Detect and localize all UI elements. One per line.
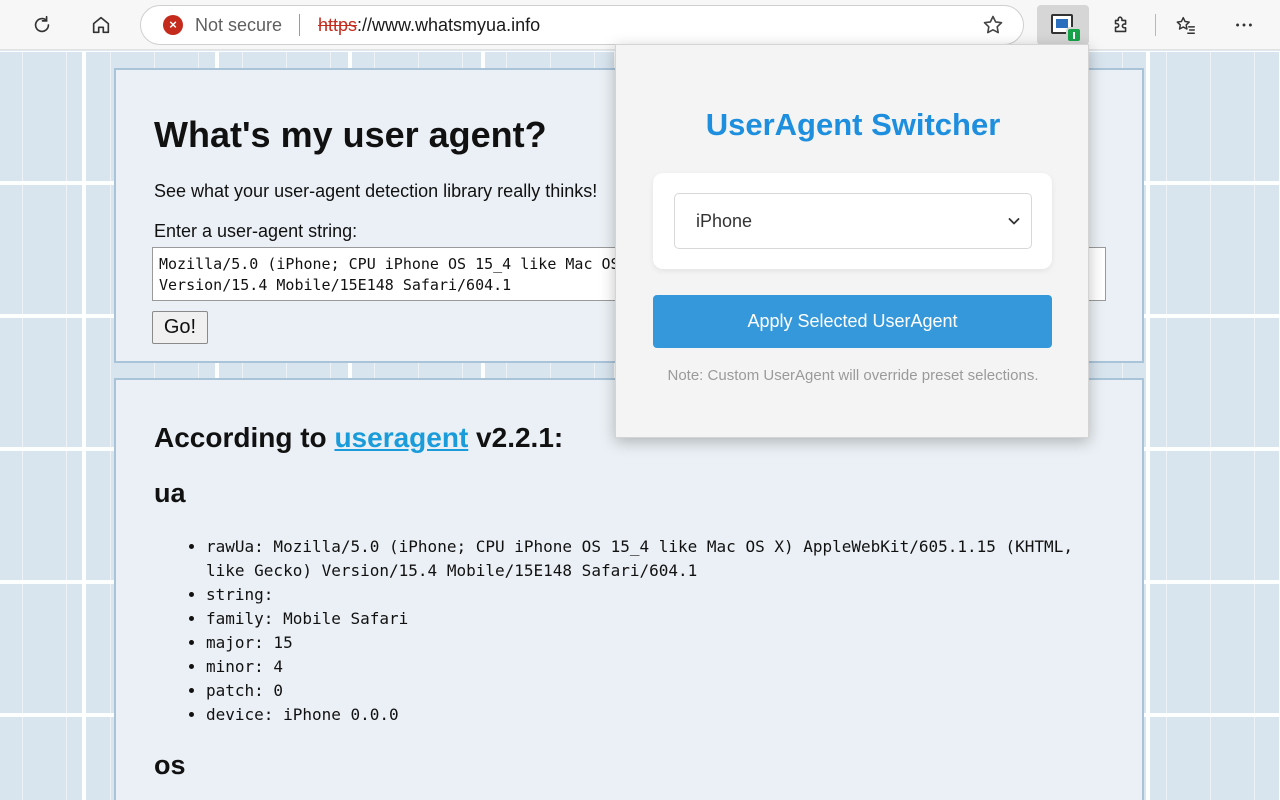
refresh-button[interactable] [23, 6, 61, 44]
useragent-link[interactable]: useragent [334, 422, 468, 453]
popup-title: UserAgent Switcher [705, 107, 1001, 142]
url-host: ://www.whatsmyua.info [357, 15, 541, 35]
not-secure-label[interactable]: Not secure [195, 15, 282, 36]
toolbar-divider [1155, 14, 1156, 36]
go-button[interactable]: Go! [152, 311, 208, 344]
favorite-star-icon[interactable] [981, 13, 1005, 37]
ua-input-label: Enter a user-agent string: [154, 221, 358, 241]
useragent-select[interactable]: iPhone [674, 193, 1032, 249]
page-title: What's my user agent? [154, 114, 547, 155]
list-item: patch: 0 [206, 679, 1106, 703]
more-menu-icon [1236, 23, 1252, 27]
apply-useragent-button[interactable]: Apply Selected UserAgent [653, 295, 1052, 348]
url-text[interactable]: https://www.whatsmyua.info [318, 15, 540, 36]
list-item: device: iPhone 0.0.0 [206, 703, 1106, 727]
extension-active-badge [1066, 27, 1082, 43]
results-heading-version: v2.2.1: [468, 422, 564, 453]
list-item: rawUa: Mozilla/5.0 (iPhone; CPU iPhone O… [206, 535, 1106, 583]
list-item: family: Mobile Safari [206, 607, 1106, 631]
popup-note: Note: Custom UserAgent will override pre… [667, 367, 1039, 384]
section-os-heading: os [154, 750, 186, 780]
list-item: string: [206, 583, 1106, 607]
home-button[interactable] [82, 6, 120, 44]
browser-toolbar: × Not secure https://www.whatsmyua.info [0, 0, 1280, 50]
useragent-switcher-popup: UserAgent Switcher iPhone Apply Selected… [615, 44, 1089, 438]
extensions-puzzle-icon [1114, 16, 1127, 33]
ua-results-list: rawUa: Mozilla/5.0 (iPhone; CPU iPhone O… [206, 535, 1106, 727]
url-protocol: https [318, 15, 358, 35]
favorites-list-icon [1176, 16, 1195, 34]
favorites-button[interactable] [1167, 6, 1205, 44]
select-card: iPhone [653, 173, 1052, 269]
results-heading-prefix: According to [154, 422, 335, 453]
selected-useragent: iPhone [696, 211, 753, 231]
address-bar[interactable]: × Not secure https://www.whatsmyua.info [140, 5, 1024, 45]
not-secure-icon[interactable]: × [163, 15, 183, 35]
more-button[interactable] [1225, 6, 1263, 44]
useragent-extension-button[interactable] [1037, 5, 1089, 45]
results-card: According to useragent v2.2.1: ua rawUa:… [114, 378, 1144, 800]
page-tagline: See what your user-agent detection libra… [154, 181, 598, 201]
extensions-button[interactable] [1102, 6, 1140, 44]
chevron-down-icon [1008, 218, 1020, 225]
refresh-icon [34, 15, 50, 33]
list-item: minor: 4 [206, 655, 1106, 679]
address-separator [299, 14, 300, 36]
results-heading: According to useragent v2.2.1: [154, 422, 563, 454]
section-ua-heading: ua [154, 478, 186, 508]
home-icon [92, 16, 110, 34]
list-item: major: 15 [206, 631, 1106, 655]
